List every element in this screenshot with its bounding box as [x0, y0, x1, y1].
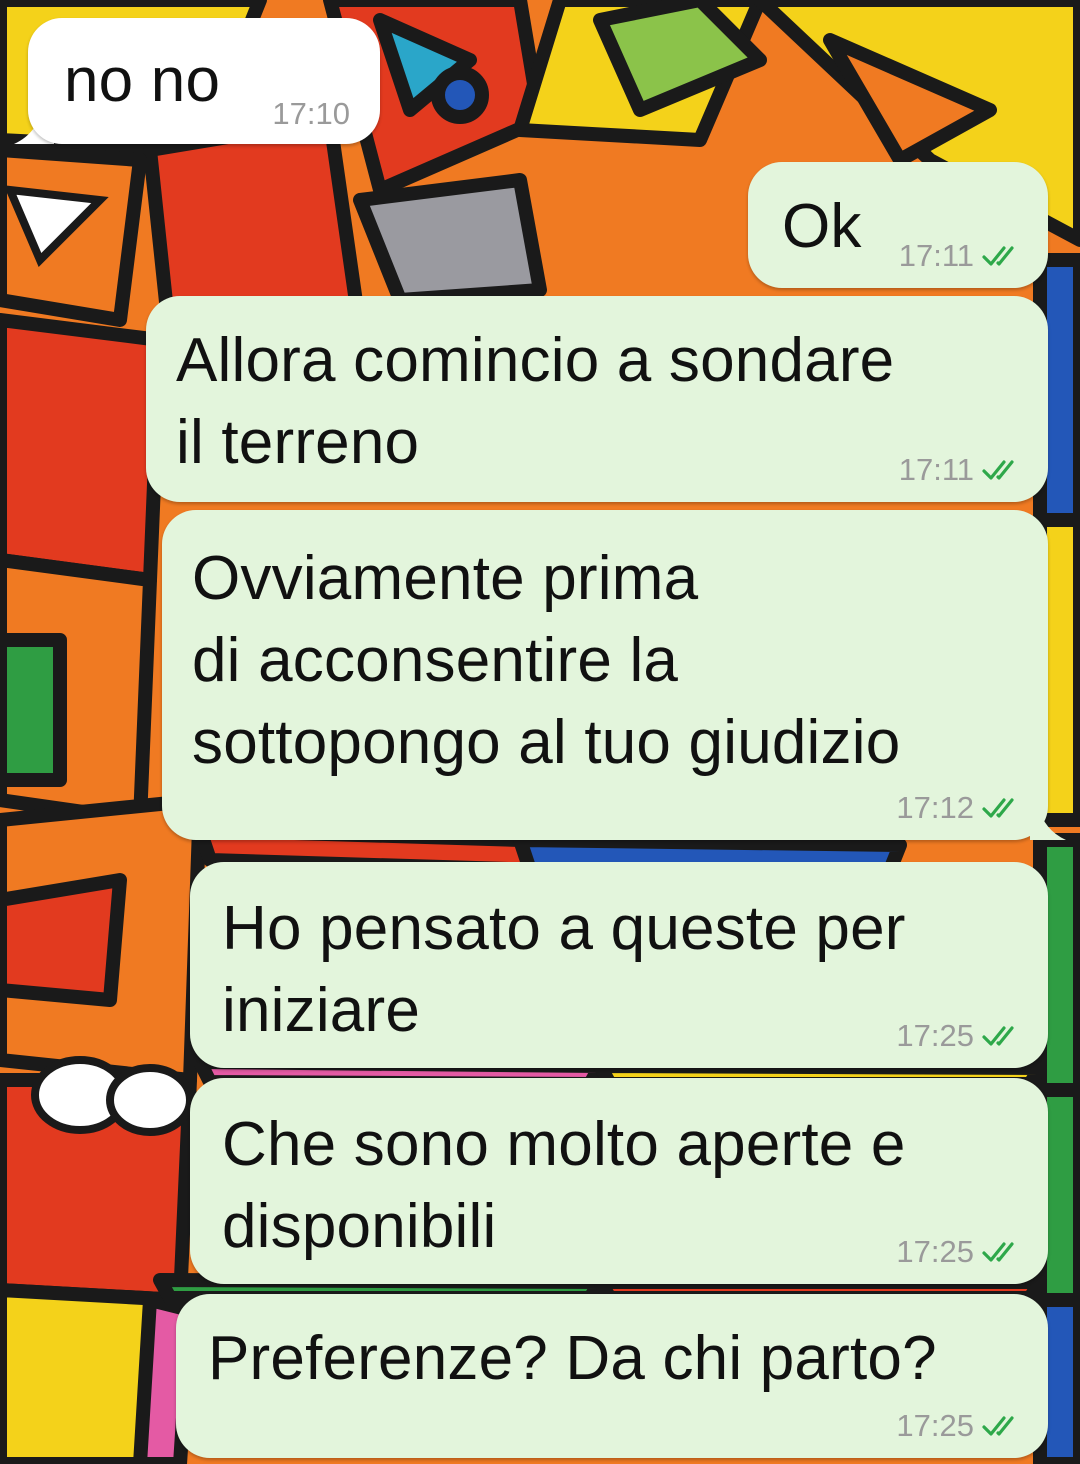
message-text: no no — [64, 46, 221, 115]
double-check-icon — [982, 460, 1014, 480]
message-bubble-outgoing[interactable]: Allora comincio a sondare il terreno 17:… — [146, 296, 1048, 502]
message-text: Allora comincio a sondare il terreno — [176, 326, 895, 477]
message-meta: 17:25 — [896, 1018, 1026, 1054]
double-check-icon — [982, 246, 1014, 266]
message-text: Che sono molto aperte e disponibili — [222, 1110, 906, 1261]
message-meta: 17:11 — [899, 238, 1026, 274]
message-bubble-outgoing[interactable]: Ok 17:11 — [748, 162, 1048, 288]
message-text: Ho pensato a queste per iniziare — [222, 894, 906, 1045]
message-time: 17:11 — [898, 452, 974, 487]
double-check-icon — [982, 1026, 1014, 1046]
message-time: 17:25 — [896, 1234, 974, 1269]
message-bubble-outgoing[interactable]: Ovviamente prima di acconsentire la sott… — [162, 510, 1048, 840]
message-time: 17:12 — [896, 790, 974, 825]
message-text: Preferenze? Da chi parto? — [208, 1324, 937, 1393]
message-bubble-outgoing[interactable]: Preferenze? Da chi parto? 17:25 — [176, 1294, 1048, 1458]
message-meta: 17:10 — [272, 96, 350, 132]
message-meta: 17:11 — [899, 452, 1026, 488]
message-bubble-outgoing[interactable]: Che sono molto aperte e disponibili 17:2… — [190, 1078, 1048, 1284]
message-time: 17:25 — [896, 1408, 974, 1443]
message-time: 17:25 — [896, 1018, 974, 1053]
message-time: 17:11 — [898, 238, 974, 273]
message-bubble-incoming[interactable]: no no 17:10 — [28, 18, 380, 144]
message-text: Ovviamente prima di acconsentire la sott… — [192, 544, 901, 777]
double-check-icon — [982, 1242, 1014, 1262]
message-bubble-outgoing[interactable]: Ho pensato a queste per iniziare 17:25 — [190, 862, 1048, 1068]
outgoing-bubble-tail — [1030, 806, 1066, 840]
double-check-icon — [982, 798, 1014, 818]
message-meta: 17:25 — [896, 1234, 1026, 1270]
message-meta: 17:12 — [896, 790, 1026, 826]
message-time: 17:10 — [272, 96, 350, 131]
double-check-icon — [982, 1416, 1014, 1436]
message-text: Ok — [782, 192, 862, 261]
message-meta: 17:25 — [896, 1408, 1026, 1444]
